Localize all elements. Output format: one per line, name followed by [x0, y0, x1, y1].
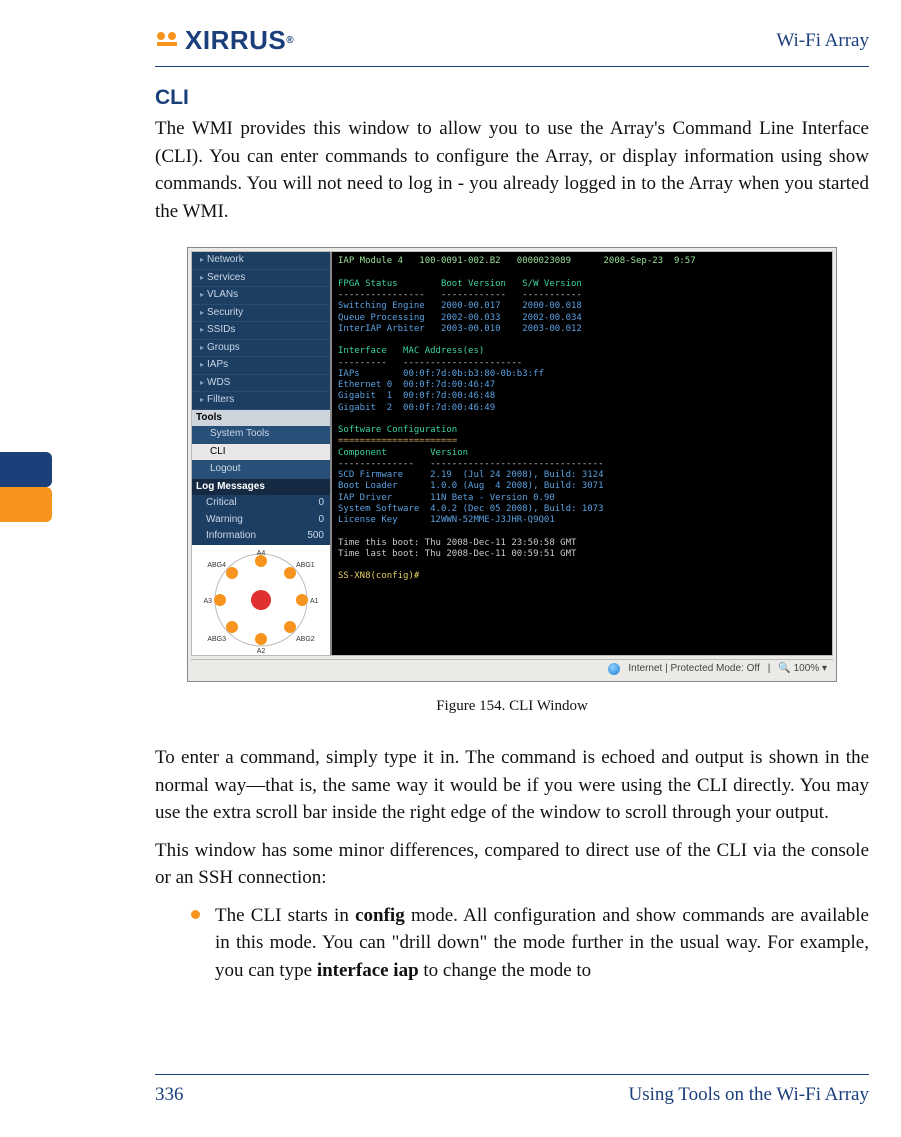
nav-item[interactable]: SSIDs [192, 322, 330, 340]
log-row[interactable]: Information500 [192, 528, 330, 545]
svg-text:ABG4: ABG4 [207, 562, 226, 569]
tools-item-selected[interactable]: CLI [192, 444, 330, 462]
nav-item[interactable]: Network [192, 252, 330, 270]
log-header: Log Messages [192, 479, 330, 496]
body-paragraph: This window has some minor differences, … [155, 837, 869, 892]
statusbar-text: Internet | Protected Mode: Off [628, 662, 759, 677]
screenshot-sidebar: Network Services VLANs Security SSIDs Gr… [192, 252, 330, 655]
page-footer: 336 Using Tools on the Wi-Fi Array [155, 1074, 869, 1109]
edge-tabs [0, 452, 52, 522]
intro-paragraph: The WMI provides this window to allow yo… [155, 115, 869, 225]
tools-item[interactable]: System Tools [192, 426, 330, 444]
svg-text:A4: A4 [257, 550, 266, 557]
radar-widget: A4 ABG4 ABG1 A3 A1 ABG3 ABG2 A2 [192, 545, 330, 655]
nav-item[interactable]: IAPs [192, 357, 330, 375]
svg-text:ABG1: ABG1 [296, 562, 315, 569]
internet-zone-icon [608, 663, 620, 675]
tools-header: Tools [192, 410, 330, 427]
svg-text:A1: A1 [310, 598, 319, 605]
list-item: The CLI starts in config mode. All confi… [191, 902, 869, 985]
figure-cli-window: Network Services VLANs Security SSIDs Gr… [187, 247, 837, 718]
nav-item[interactable]: VLANs [192, 287, 330, 305]
zoom-indicator[interactable]: 🔍 100% ▾ [778, 662, 827, 677]
edge-tab-orange [0, 487, 52, 522]
page-header: XIRRUS® Wi-Fi Array [155, 22, 869, 67]
svg-text:ABG3: ABG3 [207, 636, 226, 643]
logo-mark-icon [155, 30, 183, 52]
nav-item[interactable]: Security [192, 305, 330, 323]
page-number: 336 [155, 1081, 184, 1109]
log-row[interactable]: Warning0 [192, 512, 330, 529]
figure-caption: Figure 154. CLI Window [187, 696, 837, 718]
header-product: Wi-Fi Array [776, 27, 869, 55]
bullet-list: The CLI starts in config mode. All confi… [155, 902, 869, 985]
brand-text: XIRRUS [185, 22, 286, 60]
log-row[interactable]: Critical0 [192, 495, 330, 512]
nav-item[interactable]: Services [192, 270, 330, 288]
section-title: CLI [155, 83, 869, 113]
cli-terminal[interactable]: IAP Module 4 100-0091-002.B2 0000023089 … [330, 252, 832, 655]
body-paragraph: To enter a command, simply type it in. T… [155, 744, 869, 827]
svg-text:A3: A3 [203, 598, 212, 605]
nav-item[interactable]: WDS [192, 375, 330, 393]
svg-text:A2: A2 [257, 648, 266, 655]
svg-text:ABG2: ABG2 [296, 636, 315, 643]
brand-logo: XIRRUS® [155, 22, 294, 60]
browser-statusbar: Internet | Protected Mode: Off | 🔍 100% … [191, 659, 833, 679]
nav-item[interactable]: Filters [192, 392, 330, 410]
edge-tab-blue [0, 452, 52, 487]
nav-item[interactable]: Groups [192, 340, 330, 358]
footer-title: Using Tools on the Wi-Fi Array [628, 1081, 869, 1109]
screenshot: Network Services VLANs Security SSIDs Gr… [187, 247, 837, 682]
tools-item[interactable]: Logout [192, 461, 330, 479]
